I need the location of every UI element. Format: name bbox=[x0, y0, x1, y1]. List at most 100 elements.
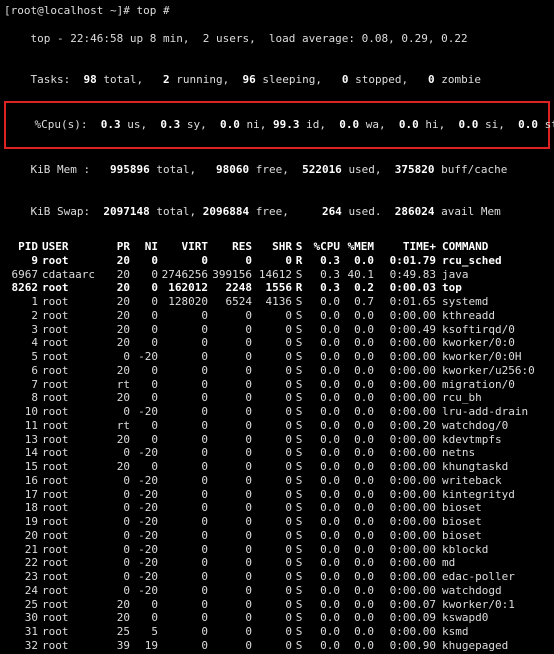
cell-s: S bbox=[292, 336, 306, 350]
cell-pr: 0 bbox=[102, 584, 130, 598]
cell-cmd: netns bbox=[436, 446, 550, 460]
cell-cmd: bioset bbox=[436, 529, 550, 543]
cell-pid: 1 bbox=[4, 295, 38, 309]
cell-pid: 2 bbox=[4, 309, 38, 323]
cell-cpu: 0.3 bbox=[306, 254, 340, 268]
cell-mem: 0.0 bbox=[340, 625, 374, 639]
cell-user: root bbox=[38, 391, 102, 405]
cell-res: 2248 bbox=[208, 281, 252, 295]
process-row: 4root200000S0.00.00:00.00kworker/0:0 bbox=[4, 336, 550, 350]
cell-time: 0:00.90 bbox=[374, 639, 436, 653]
cell-ni: 0 bbox=[130, 336, 158, 350]
cell-pr: 0 bbox=[102, 543, 130, 557]
cell-time: 0:00.20 bbox=[374, 419, 436, 433]
cell-pid: 6967 bbox=[4, 268, 38, 282]
cell-cpu: 0.0 bbox=[306, 639, 340, 653]
process-row: 7rootrt0000S0.00.00:00.00migration/0 bbox=[4, 378, 550, 392]
process-row: 15root200000S0.00.00:00.00khungtaskd bbox=[4, 460, 550, 474]
cell-cmd: kworker/0:0 bbox=[436, 336, 550, 350]
cell-ni: 0 bbox=[130, 391, 158, 405]
cell-pid: 10 bbox=[4, 405, 38, 419]
cell-ni: 0 bbox=[130, 433, 158, 447]
cell-res: 0 bbox=[208, 625, 252, 639]
cell-ni: 0 bbox=[130, 323, 158, 337]
cell-user: root bbox=[38, 556, 102, 570]
cell-pr: 20 bbox=[102, 323, 130, 337]
cell-ni: -20 bbox=[130, 446, 158, 460]
cell-cmd: rcu_bh bbox=[436, 391, 550, 405]
cell-pr: 0 bbox=[102, 501, 130, 515]
cell-user: root bbox=[38, 336, 102, 350]
cell-cpu: 0.0 bbox=[306, 295, 340, 309]
cell-virt: 0 bbox=[158, 391, 208, 405]
cell-user: root bbox=[38, 295, 102, 309]
cell-shr: 0 bbox=[252, 446, 292, 460]
cell-res: 0 bbox=[208, 460, 252, 474]
cell-ni: -20 bbox=[130, 501, 158, 515]
cell-cmd: ksmd bbox=[436, 625, 550, 639]
cell-mem: 0.0 bbox=[340, 405, 374, 419]
process-row: 22root0-20000S0.00.00:00.00md bbox=[4, 556, 550, 570]
cell-pr: 20 bbox=[102, 295, 130, 309]
cell-pid: 31 bbox=[4, 625, 38, 639]
cell-pr: 20 bbox=[102, 433, 130, 447]
cell-ni: 5 bbox=[130, 625, 158, 639]
cell-pr: 20 bbox=[102, 611, 130, 625]
process-row: 17root0-20000S0.00.00:00.00kintegrityd bbox=[4, 488, 550, 502]
process-row: 25root200000S0.00.00:00.07kworker/0:1 bbox=[4, 598, 550, 612]
cell-virt: 128020 bbox=[158, 295, 208, 309]
cell-res: 0 bbox=[208, 446, 252, 460]
cell-virt: 0 bbox=[158, 625, 208, 639]
cell-ni: 0 bbox=[130, 611, 158, 625]
process-row: 24root0-20000S0.00.00:00.00watchdogd bbox=[4, 584, 550, 598]
cell-user: root bbox=[38, 254, 102, 268]
cell-virt: 2746256 bbox=[158, 268, 208, 282]
cell-time: 0:00.00 bbox=[374, 570, 436, 584]
cell-cpu: 0.0 bbox=[306, 515, 340, 529]
cell-time: 0:00.03 bbox=[374, 281, 436, 295]
cell-shr: 0 bbox=[252, 639, 292, 653]
cell-mem: 0.0 bbox=[340, 584, 374, 598]
cell-time: 0:00.00 bbox=[374, 556, 436, 570]
process-row: 30root200000S0.00.00:00.09kswapd0 bbox=[4, 611, 550, 625]
cell-virt: 0 bbox=[158, 584, 208, 598]
process-row: 8262root20016201222481556R0.30.20:00.03t… bbox=[4, 281, 550, 295]
process-table-header: PID USER PR NI VIRT RES SHR S %CPU %MEM … bbox=[4, 240, 550, 254]
cell-pid: 21 bbox=[4, 543, 38, 557]
cell-cmd: rcu_sched bbox=[436, 254, 550, 268]
cell-mem: 0.0 bbox=[340, 323, 374, 337]
cell-time: 0:00.00 bbox=[374, 584, 436, 598]
cell-mem: 0.0 bbox=[340, 598, 374, 612]
cell-shr: 0 bbox=[252, 405, 292, 419]
cell-res: 0 bbox=[208, 391, 252, 405]
cell-virt: 0 bbox=[158, 474, 208, 488]
cell-cmd: ksoftirqd/0 bbox=[436, 323, 550, 337]
terminal-screen[interactable]: [root@localhost ~]# top # top - 22:46:58… bbox=[0, 0, 554, 654]
cell-s: S bbox=[292, 419, 306, 433]
cell-mem: 0.0 bbox=[340, 474, 374, 488]
cell-user: root bbox=[38, 488, 102, 502]
cell-user: root bbox=[38, 570, 102, 584]
cell-user: root bbox=[38, 460, 102, 474]
cell-time: 0:00.00 bbox=[374, 625, 436, 639]
process-row: 1root20012802065244136S0.00.70:01.65syst… bbox=[4, 295, 550, 309]
cell-pid: 30 bbox=[4, 611, 38, 625]
cell-cpu: 0.0 bbox=[306, 488, 340, 502]
cell-cmd: edac-poller bbox=[436, 570, 550, 584]
cell-shr: 0 bbox=[252, 543, 292, 557]
cell-pr: 20 bbox=[102, 460, 130, 474]
cell-cmd: bioset bbox=[436, 501, 550, 515]
process-row: 3root200000S0.00.00:00.49ksoftirqd/0 bbox=[4, 323, 550, 337]
cell-time: 0:00.00 bbox=[374, 474, 436, 488]
cell-mem: 0.0 bbox=[340, 378, 374, 392]
cell-mem: 0.0 bbox=[340, 350, 374, 364]
cell-cpu: 0.0 bbox=[306, 625, 340, 639]
cell-time: 0:00.00 bbox=[374, 460, 436, 474]
cell-time: 0:00.00 bbox=[374, 391, 436, 405]
cell-pr: 20 bbox=[102, 391, 130, 405]
cell-virt: 0 bbox=[158, 501, 208, 515]
cell-ni: 0 bbox=[130, 295, 158, 309]
cell-cmd: migration/0 bbox=[436, 378, 550, 392]
cell-pr: 0 bbox=[102, 488, 130, 502]
cell-cpu: 0.0 bbox=[306, 584, 340, 598]
